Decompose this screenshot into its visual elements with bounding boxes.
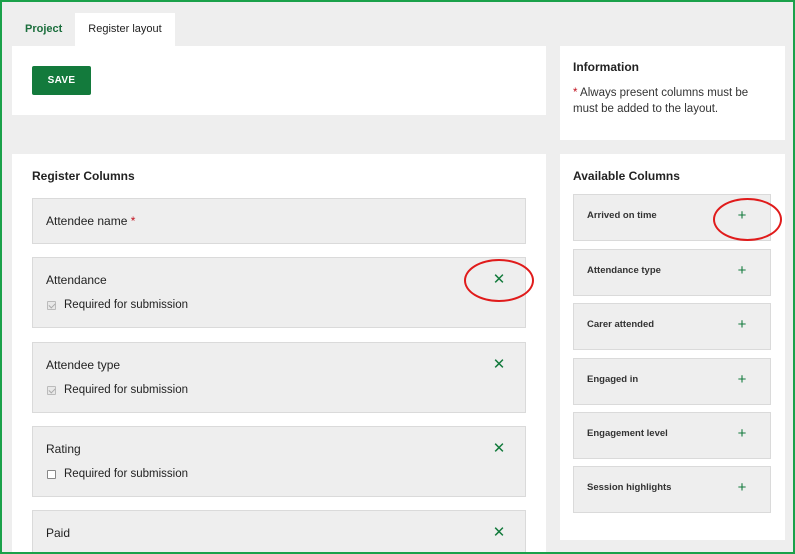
column-card-paid: Paid ✕ [32, 510, 526, 552]
remove-icon[interactable]: ✕ [491, 441, 507, 457]
available-item-name: Session highlights [587, 482, 672, 493]
tab-register-layout[interactable]: Register layout [75, 13, 175, 46]
column-card-rating: Rating ✕ Required for submission [32, 426, 526, 497]
column-name: Attendee type [46, 358, 121, 372]
required-row: Required for submission [47, 384, 188, 396]
required-checkbox[interactable] [47, 385, 56, 395]
available-columns-title: Available Columns [573, 169, 680, 183]
remove-icon[interactable]: ✕ [491, 357, 507, 373]
required-star: * [130, 214, 136, 228]
required-row: Required for submission [47, 299, 188, 311]
available-item-name: Engagement level [587, 428, 668, 439]
annotation-ellipse [713, 198, 782, 241]
required-label: Required for submission [64, 384, 189, 396]
information-body: Always present columns must be must be a… [573, 87, 749, 115]
column-card-attendee-type: Attendee type ✕ Required for submission [32, 342, 526, 413]
remove-icon[interactable]: ✕ [491, 525, 507, 541]
required-label: Required for submission [64, 468, 189, 480]
column-name: Paid [46, 526, 71, 540]
available-item-carer-attended: Carer attended + [573, 303, 771, 350]
required-checkbox[interactable] [47, 469, 56, 479]
available-item-name: Carer attended [587, 319, 655, 330]
required-label: Required for submission [64, 299, 189, 311]
available-item-session-highlights: Session highlights + [573, 466, 771, 513]
available-item-name: Engaged in [587, 374, 639, 385]
column-name-text: Attendee name [46, 214, 128, 228]
available-item-engaged-in: Engaged in + [573, 358, 771, 405]
add-icon[interactable]: + [734, 426, 750, 442]
column-name: Attendance [46, 273, 107, 287]
add-icon[interactable]: + [734, 480, 750, 496]
required-row: Required for submission [47, 468, 188, 480]
information-text: * Always present columns must be must be… [573, 85, 772, 117]
column-name: Rating [46, 442, 81, 456]
save-button[interactable]: SAVE [32, 66, 91, 95]
available-item-name: Arrived on time [587, 210, 657, 221]
available-item-name: Attendance type [587, 265, 661, 276]
tab-project[interactable]: Project [12, 13, 75, 46]
tab-bar: Project Register layout [12, 13, 175, 46]
column-card-attendance: Attendance ✕ Required for submission [32, 257, 526, 328]
annotation-ellipse [464, 259, 534, 302]
column-name: Attendee name * [46, 214, 135, 228]
add-icon[interactable]: + [734, 317, 750, 333]
add-icon[interactable]: + [734, 372, 750, 388]
information-panel: Information * Always present columns mus… [560, 46, 785, 140]
app-frame: Project Register layout SAVE Information… [0, 0, 795, 554]
register-columns-title: Register Columns [32, 169, 135, 183]
save-panel: SAVE [12, 46, 546, 115]
register-columns-panel: Register Columns Attendee name * Attenda… [12, 154, 546, 552]
column-card-attendee-name: Attendee name * [32, 198, 526, 244]
available-item-engagement-level: Engagement level + [573, 412, 771, 459]
required-checkbox[interactable] [47, 300, 56, 310]
information-title: Information [573, 60, 639, 74]
available-item-attendance-type: Attendance type + [573, 249, 771, 296]
add-icon[interactable]: + [734, 263, 750, 279]
